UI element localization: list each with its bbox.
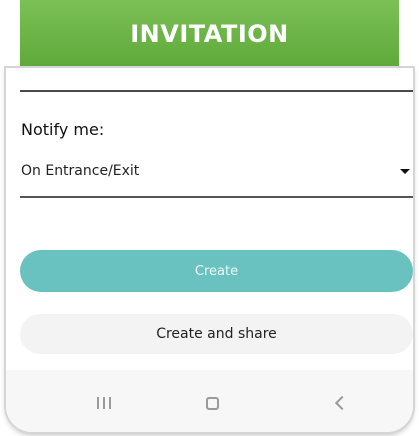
home-button[interactable] — [192, 388, 232, 418]
previous-field-value — [54, 70, 94, 76]
recent-apps-button[interactable] — [84, 388, 124, 418]
notify-label: Notify me: — [21, 120, 105, 139]
phone-screen: Notify me: On Entrance/Exit Create Creat… — [6, 68, 413, 432]
notify-select-underline — [20, 196, 413, 198]
recent-apps-icon — [97, 397, 111, 409]
create-and-share-button[interactable]: Create and share — [20, 314, 413, 354]
previous-field-underline — [20, 90, 413, 92]
notify-select-value: On Entrance/Exit — [21, 163, 140, 179]
create-button[interactable]: Create — [20, 250, 413, 292]
caret-down-icon[interactable] — [400, 169, 410, 174]
banner-title: INVITATION — [130, 20, 289, 48]
notify-select[interactable]: On Entrance/Exit — [20, 156, 413, 198]
back-icon — [334, 395, 350, 411]
home-icon — [205, 396, 219, 410]
back-button[interactable] — [320, 388, 360, 418]
invitation-banner: INVITATION — [20, 0, 399, 68]
system-nav-bar — [6, 370, 413, 432]
